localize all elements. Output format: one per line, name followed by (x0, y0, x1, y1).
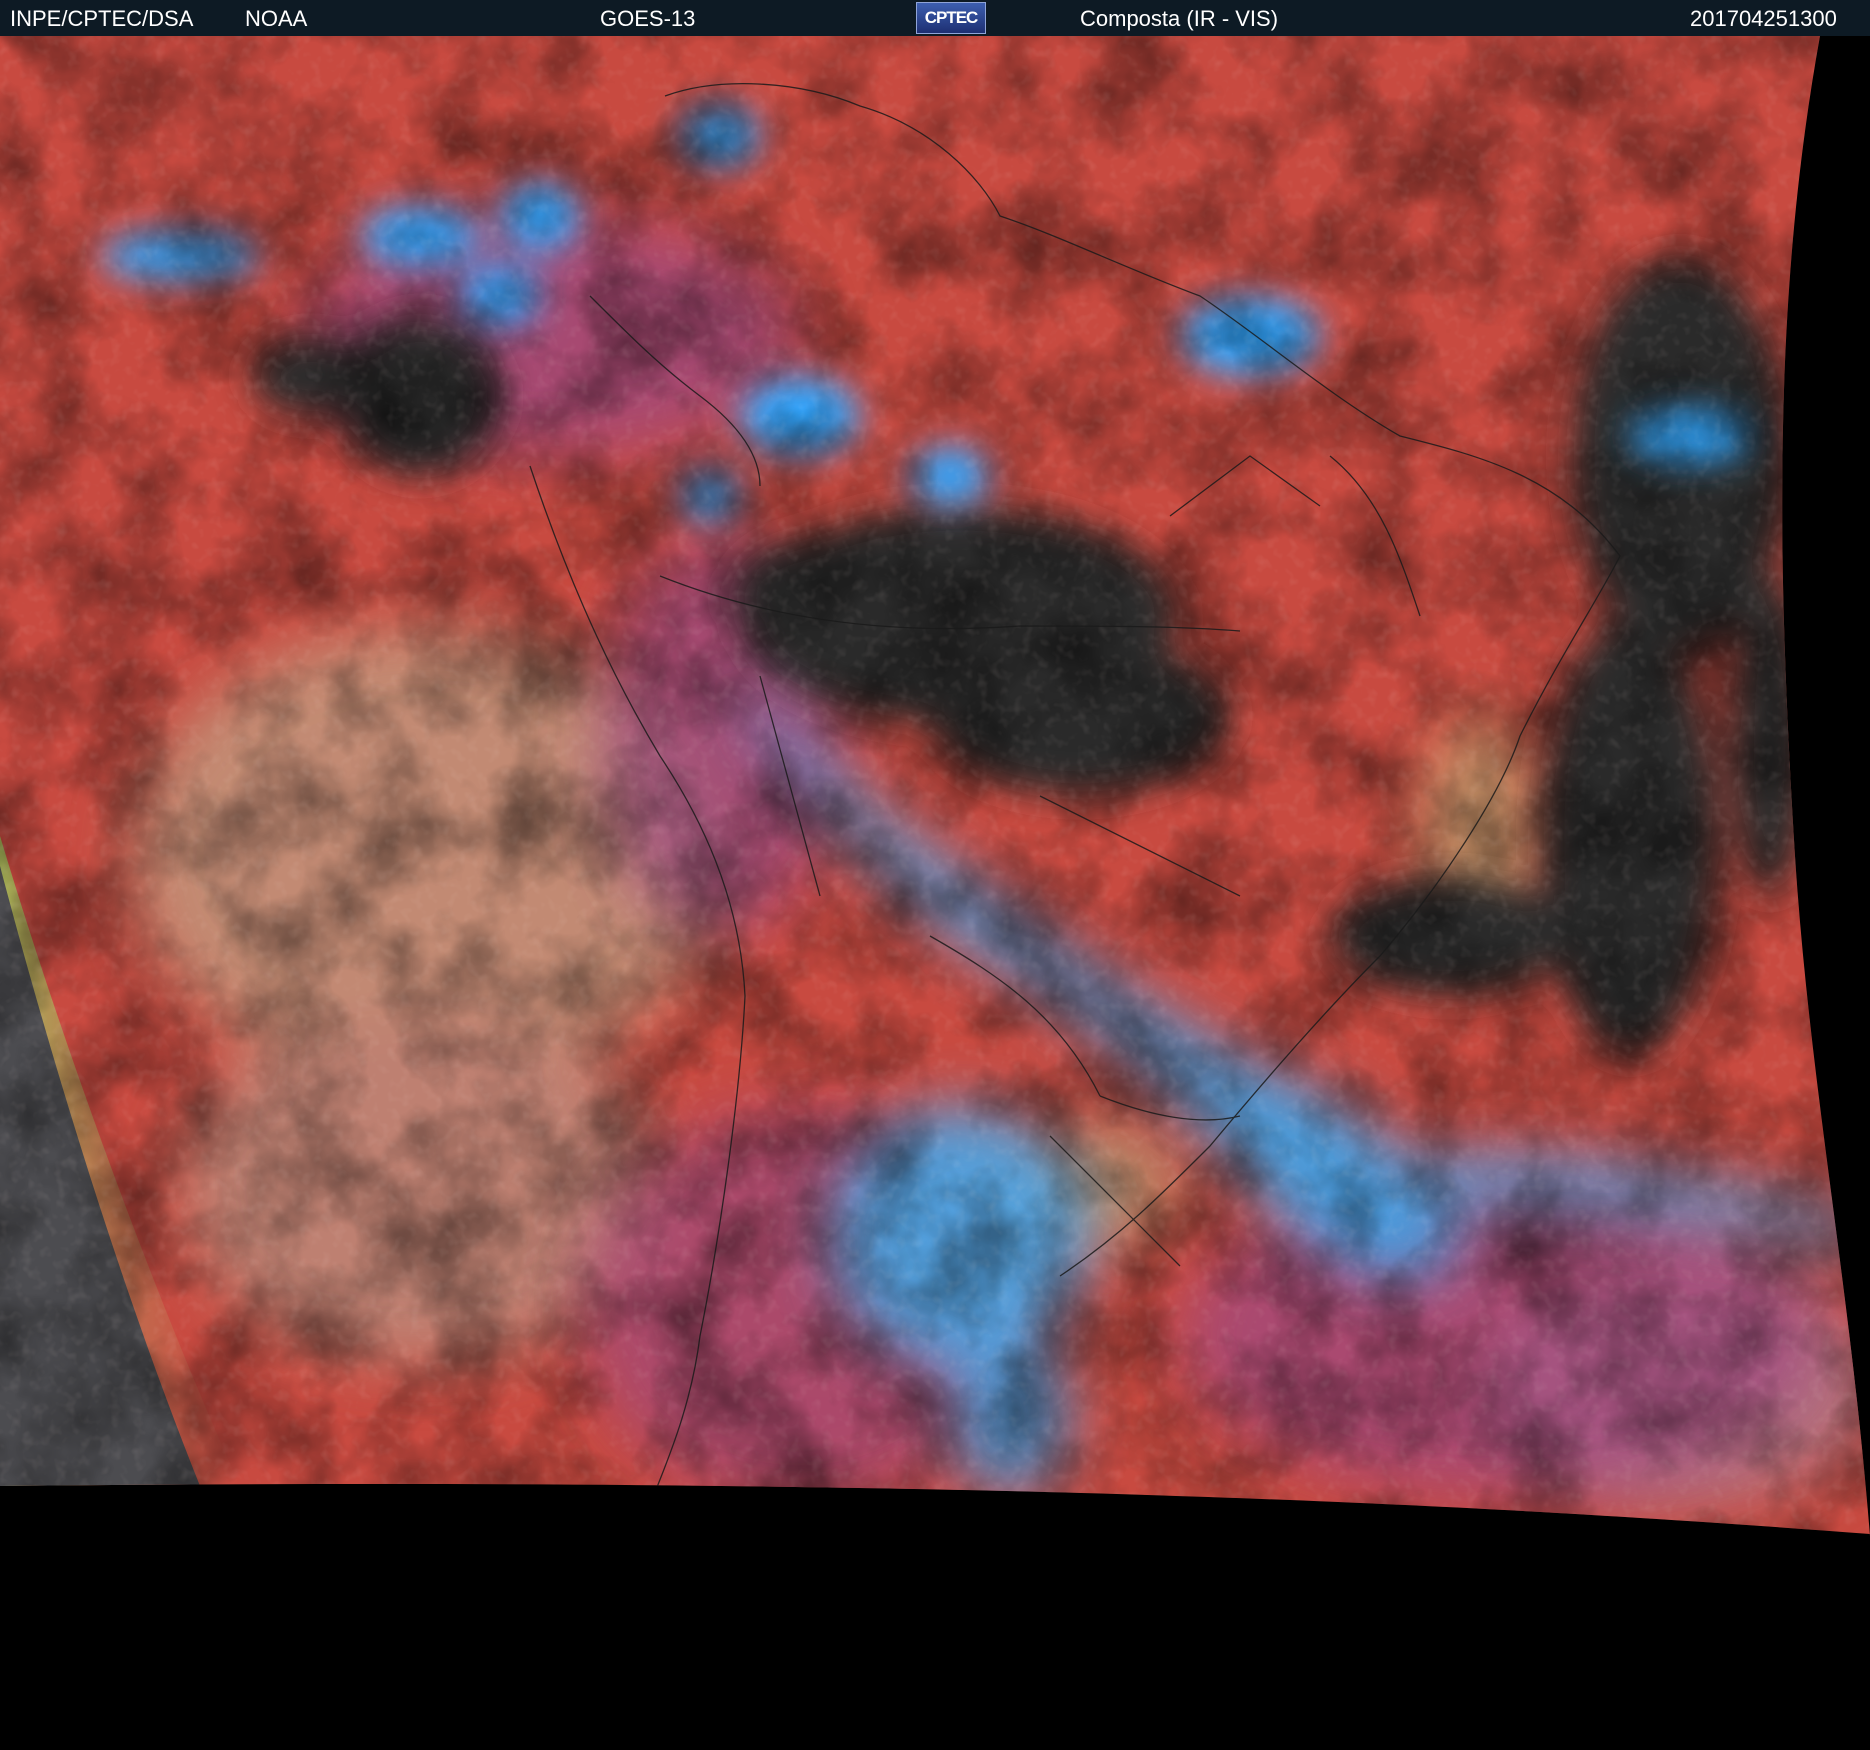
product-label: Composta (IR - VIS) (1080, 6, 1279, 31)
header-bar: INPE/CPTEC/DSA NOAA GOES-13 CPTEC Compos… (0, 0, 1870, 36)
satellite-label: GOES-13 (600, 6, 696, 31)
satellite-image (0, 36, 1870, 1750)
partner-label: NOAA (245, 6, 308, 31)
timestamp-label: 201704251300 (1690, 6, 1837, 31)
cptec-logo: CPTEC (916, 2, 986, 34)
agency-label: INPE/CPTEC/DSA (10, 6, 194, 31)
